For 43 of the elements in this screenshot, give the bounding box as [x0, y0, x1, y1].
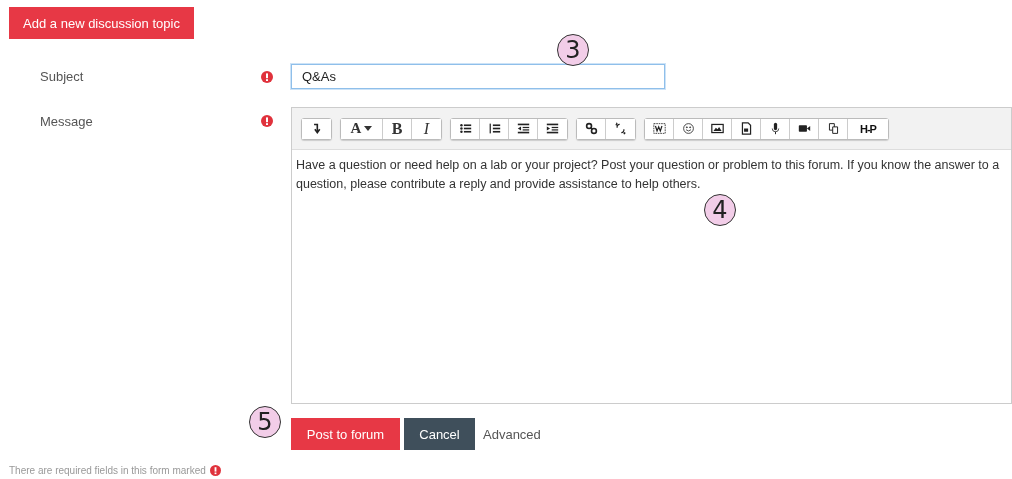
post-button[interactable]: Post to forum — [291, 418, 400, 450]
advanced-link[interactable]: Advanced — [483, 426, 541, 442]
image-icon — [710, 122, 724, 135]
indent-icon — [546, 122, 559, 135]
caret-icon — [364, 126, 373, 131]
outdent-button[interactable] — [509, 118, 538, 139]
field-label: Message — [39, 113, 94, 131]
smiley-button[interactable] — [674, 118, 703, 139]
callout-number: 3 — [557, 34, 589, 66]
smiley-icon — [681, 122, 695, 135]
word-paste-icon — [652, 122, 666, 135]
message-text: Have a question or need help on a lab or your project? Post your question or problem to this forum. If you know the answer to a question, please contribute a reply and provide assistance to help others. — [296, 158, 1000, 191]
image-button[interactable] — [703, 118, 732, 139]
bullet-list-icon — [458, 122, 472, 135]
copy-icon — [826, 122, 840, 135]
numbered-list-button[interactable] — [480, 118, 509, 139]
unlink-button[interactable] — [606, 118, 635, 139]
add-topic-button[interactable]: Add a new discussion topic — [9, 7, 194, 39]
cancel-button[interactable]: Cancel — [404, 418, 475, 450]
bold-button[interactable]: B — [383, 118, 412, 139]
video-camera-button[interactable] — [790, 118, 819, 139]
file-button[interactable] — [732, 118, 761, 139]
subject-field[interactable]: Q&As — [291, 64, 665, 89]
italic-button[interactable]: I — [412, 118, 441, 139]
copy-button[interactable] — [819, 118, 848, 139]
required-icon — [209, 465, 221, 476]
field-label: Subject — [39, 69, 85, 84]
indent-button[interactable] — [538, 118, 567, 139]
required-note: There are required fields in this form marked — [9, 465, 206, 476]
file-icon — [739, 122, 753, 135]
numbered-list-icon — [487, 122, 501, 135]
font-button[interactable]: A — [341, 118, 383, 139]
h5p-button[interactable]: H-P — [848, 118, 888, 139]
outdent-icon — [516, 122, 530, 135]
callout-number: 5 — [249, 406, 281, 438]
unlink-icon — [614, 122, 627, 135]
bullet-list-button[interactable] — [451, 118, 480, 139]
arrow-down-button[interactable] — [302, 118, 331, 139]
link-button[interactable] — [577, 118, 606, 139]
microphone-button[interactable] — [761, 118, 790, 139]
word-paste-button[interactable] — [645, 118, 674, 139]
link-icon — [584, 122, 598, 135]
video-camera-icon — [797, 122, 811, 135]
